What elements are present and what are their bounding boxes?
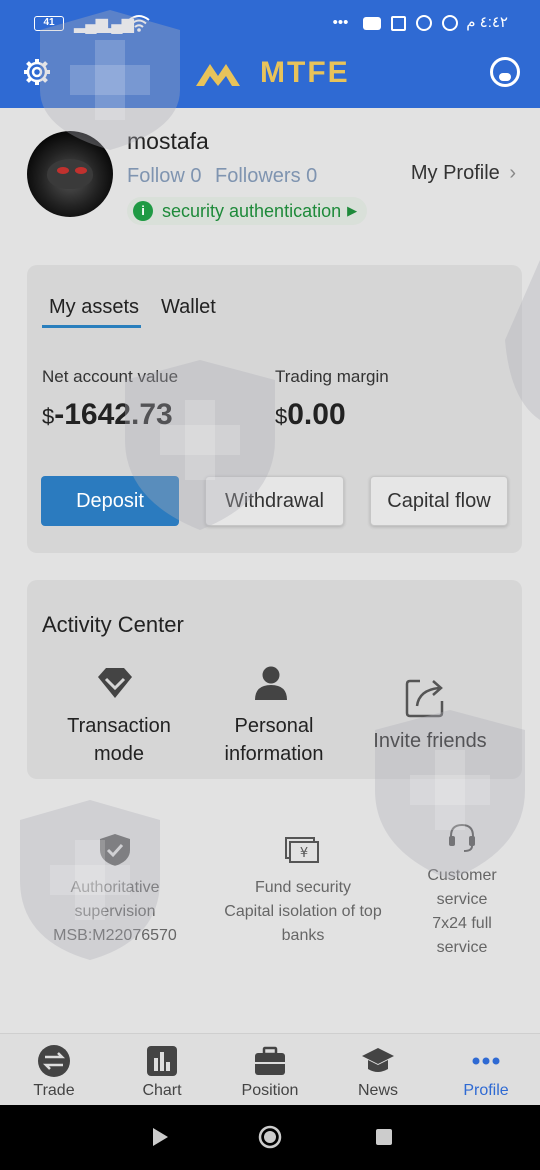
feature-line: Customer (427, 867, 497, 884)
feature-line: Authoritative (70, 879, 160, 896)
security-label: security authentication (162, 200, 342, 221)
withdrawal-button[interactable]: Withdrawal (205, 476, 344, 526)
transaction-mode-line2: mode (93, 743, 145, 765)
briefcase-icon (255, 1046, 285, 1075)
follow-count[interactable]: Follow 0 (127, 165, 201, 188)
app-header: 41 ▂▄▆ ▂▄▆ ••• ٤:٤٢ م MTFE (0, 0, 540, 108)
nav-position[interactable]: Position (216, 1034, 324, 1106)
avatar-eye (57, 167, 69, 174)
whatsapp-icon (415, 15, 432, 32)
nav-trade[interactable]: Trade (0, 1034, 108, 1106)
security-authentication-badge[interactable]: i security authentication ▶ (127, 197, 368, 225)
avatar-eye (75, 167, 87, 174)
svg-text:¥: ¥ (300, 846, 308, 861)
recents-square-icon[interactable] (372, 1125, 396, 1149)
logo-mark-icon (196, 64, 240, 86)
my-profile-label: My Profile (410, 162, 500, 184)
brand-logo: MTFE (196, 56, 350, 90)
feature-line: 7x24 full (432, 915, 492, 932)
nav-profile[interactable]: Profile (432, 1034, 540, 1106)
chevron-right-icon: › (509, 162, 516, 184)
trading-margin-label: Trading margin (275, 367, 389, 386)
personal-information-line1: Personal (234, 715, 314, 737)
system-navigation-bar (0, 1105, 540, 1170)
feature-line: MSB:M22076570 (53, 927, 177, 944)
tab-my-assets[interactable]: My assets (49, 296, 139, 319)
net-value-number: -1642.73 (54, 398, 173, 431)
trading-margin-value: $0.00 (275, 398, 346, 432)
play-arrow-icon: ▶ (347, 203, 358, 218)
net-account-value: $-1642.73 (42, 398, 173, 432)
alarm-icon (442, 15, 459, 32)
personal-information-line2: information (224, 743, 324, 765)
nav-label: News (357, 1082, 398, 1099)
nav-label: Chart (142, 1082, 182, 1099)
fund-security-feature: Fund security Capital isolation of top b… (206, 876, 400, 948)
authoritative-supervision-feature: Authoritative supervision MSB:M22076570 (30, 876, 200, 948)
gear-icon[interactable] (22, 57, 52, 87)
status-bar: 41 ▂▄▆ ▂▄▆ ••• ٤:٤٢ م (0, 0, 540, 44)
info-icon: i (133, 201, 153, 221)
twitch-icon (390, 15, 406, 31)
transaction-mode-item[interactable]: Transaction mode (40, 712, 198, 768)
avatar[interactable] (27, 131, 113, 217)
youtube-icon (362, 16, 381, 30)
brand-name: MTFE (260, 56, 350, 89)
feature-line: service (436, 891, 488, 908)
nav-label: Position (241, 1082, 299, 1099)
headset-icon (449, 823, 475, 852)
activity-center-title: Activity Center (42, 612, 184, 637)
back-triangle-icon[interactable] (148, 1125, 172, 1149)
currency-symbol: $ (275, 404, 288, 429)
invite-friends-item[interactable]: Invite friends (350, 727, 510, 755)
feature-line: supervision (74, 903, 156, 920)
nav-chart[interactable]: Chart (108, 1034, 216, 1106)
status-right: ••• ٤:٤٢ م (332, 13, 508, 32)
tab-wallet[interactable]: Wallet (161, 296, 216, 319)
username: mostafa (127, 128, 209, 154)
nav-label: Profile (463, 1082, 509, 1099)
battery-icon: 41 (34, 16, 64, 31)
person-icon (255, 666, 287, 700)
nav-news[interactable]: News (324, 1034, 432, 1106)
bar-chart-icon (147, 1046, 177, 1076)
customer-service-feature: Customer service 7x24 full service (402, 864, 522, 960)
more-dots: ••• (332, 14, 349, 31)
feature-line: service (436, 939, 488, 956)
diamond-icon (98, 668, 132, 698)
personal-information-item[interactable]: Personal information (197, 712, 351, 768)
customer-support-icon[interactable] (490, 57, 520, 87)
shield-check-icon (100, 834, 130, 866)
bottom-navigation: Trade Chart Position News Profile (0, 1033, 540, 1105)
net-account-label: Net account value (42, 367, 179, 386)
currency-symbol: $ (42, 404, 55, 429)
exchange-icon (38, 1045, 70, 1077)
share-icon (405, 679, 444, 718)
margin-value-number: 0.00 (287, 398, 346, 431)
feature-line: Capital isolation of top (224, 903, 382, 920)
feature-line: Fund security (254, 879, 352, 896)
capital-flow-button[interactable]: Capital flow (370, 476, 508, 526)
graduation-cap-icon (362, 1048, 394, 1072)
transaction-mode-line1: Transaction (67, 715, 171, 737)
money-icon: ¥ (285, 837, 319, 863)
deposit-button[interactable]: Deposit (41, 476, 179, 526)
active-tab-indicator (42, 325, 141, 328)
clock: ٤:٤٢ م (466, 14, 508, 31)
more-dots-icon (472, 1057, 500, 1065)
followers-count[interactable]: Followers 0 (215, 165, 317, 188)
feature-line: banks (281, 927, 325, 944)
invite-friends-label: Invite friends (373, 730, 487, 752)
my-profile-link[interactable]: My Profile › (411, 162, 516, 185)
home-circle-icon[interactable] (258, 1125, 282, 1149)
nav-label: Trade (33, 1082, 75, 1099)
wifi-icon (128, 15, 150, 32)
